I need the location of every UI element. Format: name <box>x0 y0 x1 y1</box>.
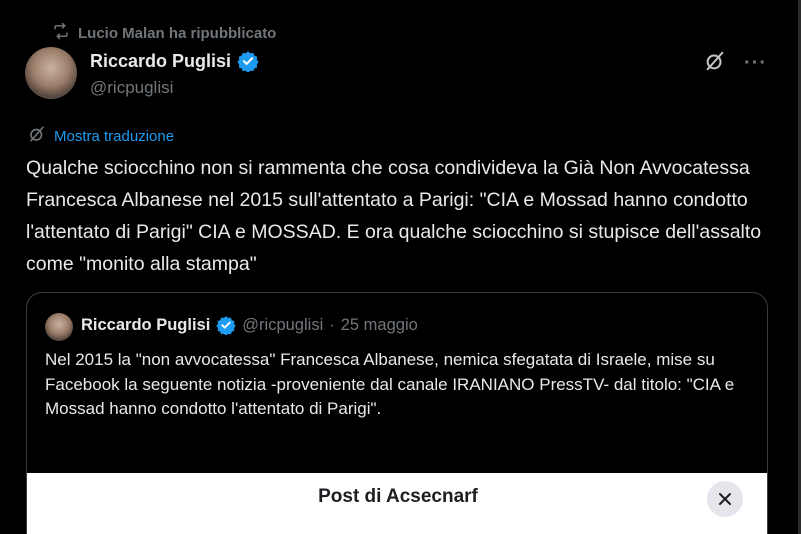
quote-text: Nel 2015 la "non avvocatessa" Francesca … <box>45 350 735 418</box>
verified-icon <box>237 51 259 72</box>
quote-separator: · <box>329 315 335 334</box>
author-name[interactable]: Riccardo Puglisi <box>90 51 231 72</box>
verified-icon <box>216 316 236 335</box>
quote-header: Riccardo Puglisi @ricpuglisi · 25 maggio <box>81 315 418 335</box>
translate-label: Mostra traduzione <box>54 127 175 145</box>
author-line: Riccardo Puglisi <box>90 50 259 72</box>
avatar[interactable] <box>25 47 77 99</box>
tweet-text: Qualche sciocchino non si rammenta che c… <box>26 157 762 275</box>
quote-avatar <box>45 313 73 341</box>
repost-label: Lucio Malan ha ripubblicato <box>78 24 277 42</box>
quote-author-handle: @ricpuglisi <box>242 315 324 334</box>
translate-icon <box>28 125 46 147</box>
quoted-tweet[interactable]: Riccardo Puglisi @ricpuglisi · 25 maggio… <box>26 292 768 534</box>
grok-icon[interactable] <box>704 50 726 77</box>
author-handle[interactable]: @ricpuglisi <box>90 78 173 98</box>
quote-date: 25 maggio <box>340 315 418 334</box>
repost-icon <box>52 22 70 44</box>
repost-indicator[interactable]: Lucio Malan ha ripubblicato <box>52 22 276 44</box>
more-icon[interactable]: ··· <box>744 52 767 75</box>
tweet-actions: ··· <box>704 50 767 77</box>
quote-media-title: Post di Acsecnarf <box>318 486 478 507</box>
close-icon <box>707 481 743 517</box>
quote-author-name: Riccardo Puglisi <box>81 315 211 334</box>
translate-link[interactable]: Mostra traduzione <box>28 125 174 147</box>
